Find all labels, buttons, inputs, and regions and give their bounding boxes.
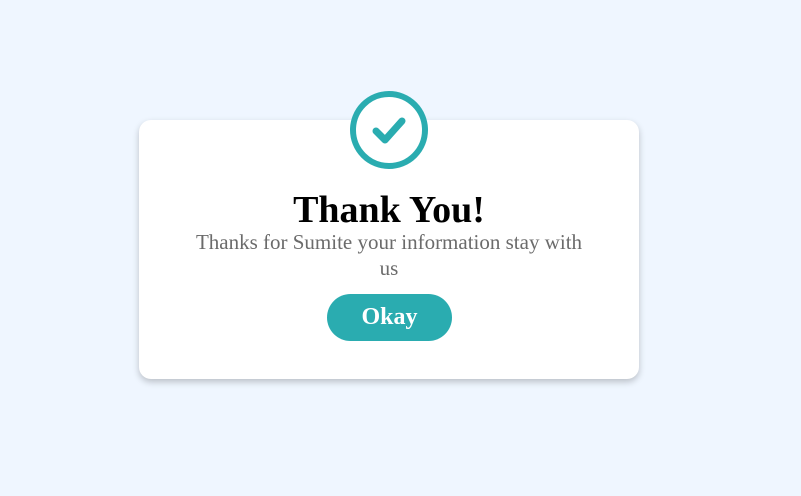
check-icon <box>372 117 406 144</box>
okay-button[interactable]: Okay <box>327 294 452 341</box>
success-badge <box>350 91 428 169</box>
dialog-title: Thank You! <box>293 189 485 231</box>
dialog-message: Thanks for Sumite your information stay … <box>195 230 583 280</box>
